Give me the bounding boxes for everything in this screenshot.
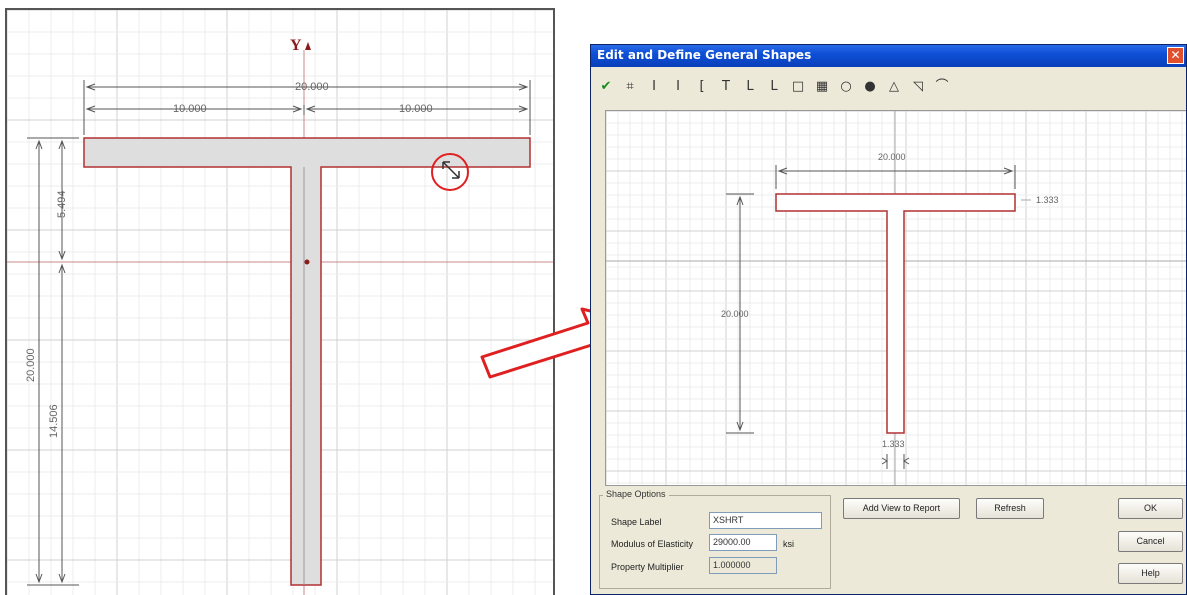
quarter-arc-icon[interactable]: ◹ [909, 78, 927, 96]
modulus-unit: ksi [783, 539, 794, 549]
dim-left-half: 10.000 [173, 103, 207, 115]
left-drawing-panel: Y 20.000 10.000 10.000 5.494 20.000 14.5… [5, 8, 555, 595]
dim-web-thickness: 1.333 [882, 439, 905, 449]
close-button[interactable]: ✕ [1167, 47, 1184, 64]
tee-icon[interactable]: T [717, 78, 735, 96]
edit-shape-icon[interactable]: ⌗ [621, 78, 639, 96]
channel-icon[interactable]: [ [693, 78, 711, 96]
dialog-title: Edit and Define General Shapes [597, 48, 812, 62]
arc-icon[interactable]: ⌒ [933, 78, 951, 96]
shape-label-input[interactable]: XSHRT [709, 512, 822, 529]
help-button[interactable]: Help [1118, 563, 1183, 584]
dim-top-to-centroid: 5.494 [56, 190, 68, 218]
tee-shape[interactable] [775, 193, 1016, 434]
shape-options-legend: Shape Options [603, 489, 669, 499]
dim-height: 20.000 [721, 309, 749, 319]
dim-centroid-to-bottom: 14.506 [48, 404, 60, 438]
multiplier-caption: Property Multiplier [611, 562, 684, 572]
dim-width: 20.000 [878, 152, 906, 162]
refresh-button[interactable]: Refresh [976, 498, 1044, 519]
cancel-button[interactable]: Cancel [1118, 531, 1183, 552]
y-axis-arrow-icon [305, 42, 311, 50]
check-icon[interactable]: ✔ [597, 78, 615, 96]
double-angle-icon[interactable]: L [765, 78, 783, 96]
shape-label-caption: Shape Label [611, 517, 662, 527]
modulus-input[interactable]: 29000.00 [709, 534, 777, 551]
y-axis-label: Y [290, 37, 302, 54]
solid-circle-icon[interactable]: ● [861, 78, 879, 96]
pipe-icon[interactable]: ○ [837, 78, 855, 96]
shape-canvas[interactable]: 20.000 1.333 20.000 1.333 [605, 110, 1186, 486]
i-beam-icon[interactable]: I [645, 78, 663, 96]
solid-rect-icon[interactable]: ▦ [813, 78, 831, 96]
multiplier-input[interactable]: 1.000000 [709, 557, 777, 574]
centroid-marker [304, 259, 310, 265]
title-bar[interactable]: Edit and Define General Shapes ✕ [591, 45, 1186, 67]
edit-define-shapes-dialog: Edit and Define General Shapes ✕ ✔ ⌗ I I[T L… [590, 44, 1187, 595]
dim-total-height: 20.000 [25, 348, 37, 382]
wide-i-icon[interactable]: I [669, 78, 687, 96]
dim-total-width: 20.000 [295, 81, 329, 93]
grid [7, 10, 553, 595]
rect-tube-icon[interactable]: □ [789, 78, 807, 96]
dim-flange-thickness: 1.333 [1036, 195, 1059, 205]
add-view-to-report-button[interactable]: Add View to Report [843, 498, 960, 519]
tee-section-preview: 20.000 1.333 20.000 1.333 [606, 111, 1186, 485]
angle-icon[interactable]: L [741, 78, 759, 96]
ok-button[interactable]: OK [1118, 498, 1183, 519]
modulus-caption: Modulus of Elasticity [611, 539, 694, 549]
tee-section-drawing: Y 20.000 10.000 10.000 5.494 20.000 14.5… [7, 10, 553, 595]
dim-right-half: 10.000 [399, 103, 433, 115]
triangle-icon[interactable]: △ [885, 78, 903, 96]
